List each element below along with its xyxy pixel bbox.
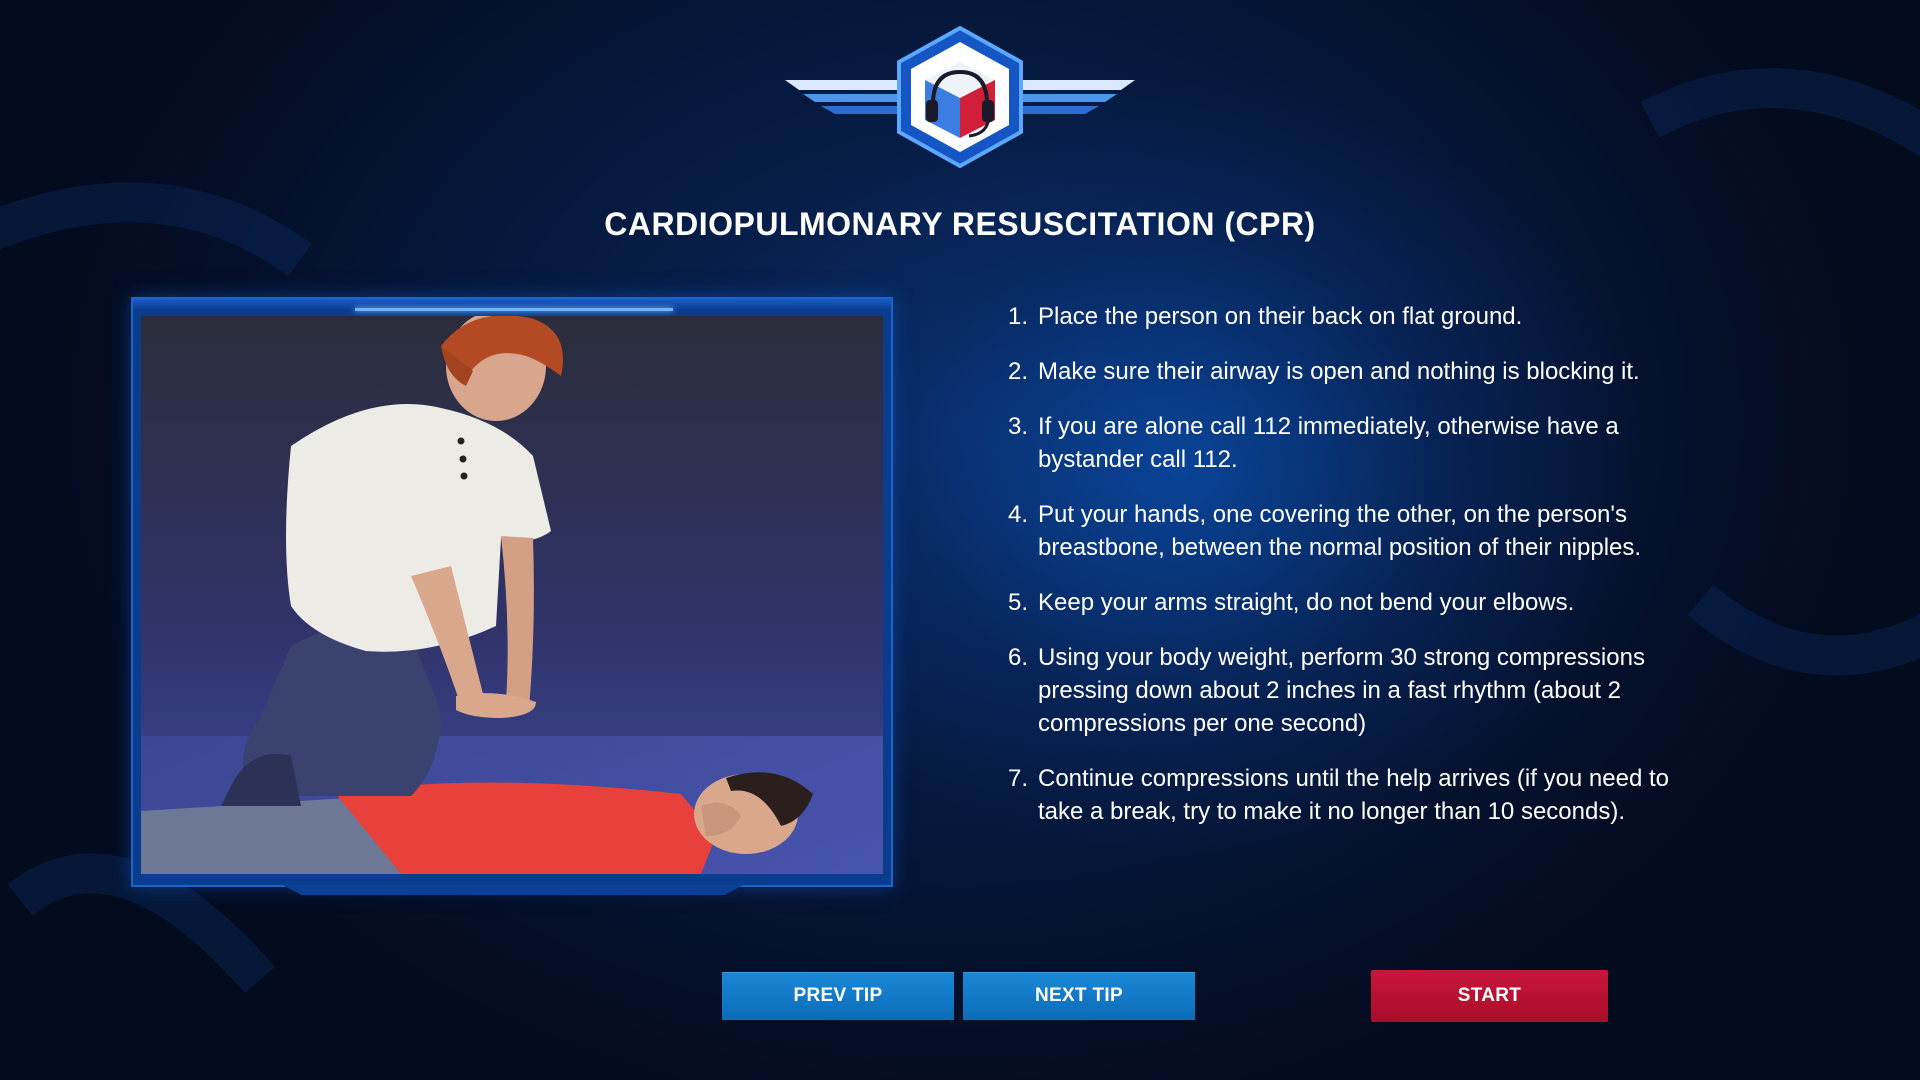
step-text: Put your hands, one covering the other, … (1038, 501, 1642, 561)
step-item: 6. Using your body weight, perform 30 st… (1000, 641, 1720, 740)
frame-bottom-tab (283, 885, 743, 895)
step-item: 4. Put your hands, one covering the othe… (1000, 498, 1720, 564)
step-number: 1. (1007, 303, 1028, 330)
cpr-illustration (141, 316, 883, 874)
step-number: 7. (1007, 765, 1028, 792)
step-text: Place the person on their back on flat g… (1038, 303, 1523, 330)
step-number: 2. (1007, 358, 1028, 385)
illustration-frame (131, 297, 893, 895)
step-item: 2. Make sure their airway is open and no… (1000, 355, 1720, 388)
step-text: Using your body weight, perform 30 stron… (1038, 644, 1645, 737)
step-text: If you are alone call 112 immediately, o… (1038, 413, 1619, 473)
step-number: 6. (1007, 644, 1028, 671)
frame-top-accent (355, 308, 673, 311)
prev-tip-button[interactable]: PREV TIP (722, 972, 954, 1020)
step-number: 5. (1007, 589, 1028, 616)
step-text: Keep your arms straight, do not bend you… (1038, 589, 1575, 616)
cpr-steps-list: 1. Place the person on their back on fla… (1000, 300, 1720, 850)
next-tip-button[interactable]: NEXT TIP (963, 972, 1195, 1020)
page-title: CARDIOPULMONARY RESUSCITATION (CPR) (604, 206, 1316, 242)
step-text: Make sure their airway is open and nothi… (1038, 358, 1640, 385)
step-text: Continue compressions until the help arr… (1038, 765, 1670, 825)
step-item: 1. Place the person on their back on fla… (1000, 300, 1720, 333)
step-item: 5. Keep your arms straight, do not bend … (1000, 586, 1720, 619)
step-number: 3. (1007, 413, 1028, 440)
step-number: 4. (1007, 501, 1028, 528)
logo (785, 25, 1135, 169)
start-button[interactable]: START (1371, 970, 1608, 1022)
step-item: 7. Continue compressions until the help … (1000, 762, 1720, 828)
step-item: 3. If you are alone call 112 immediately… (1000, 410, 1720, 476)
